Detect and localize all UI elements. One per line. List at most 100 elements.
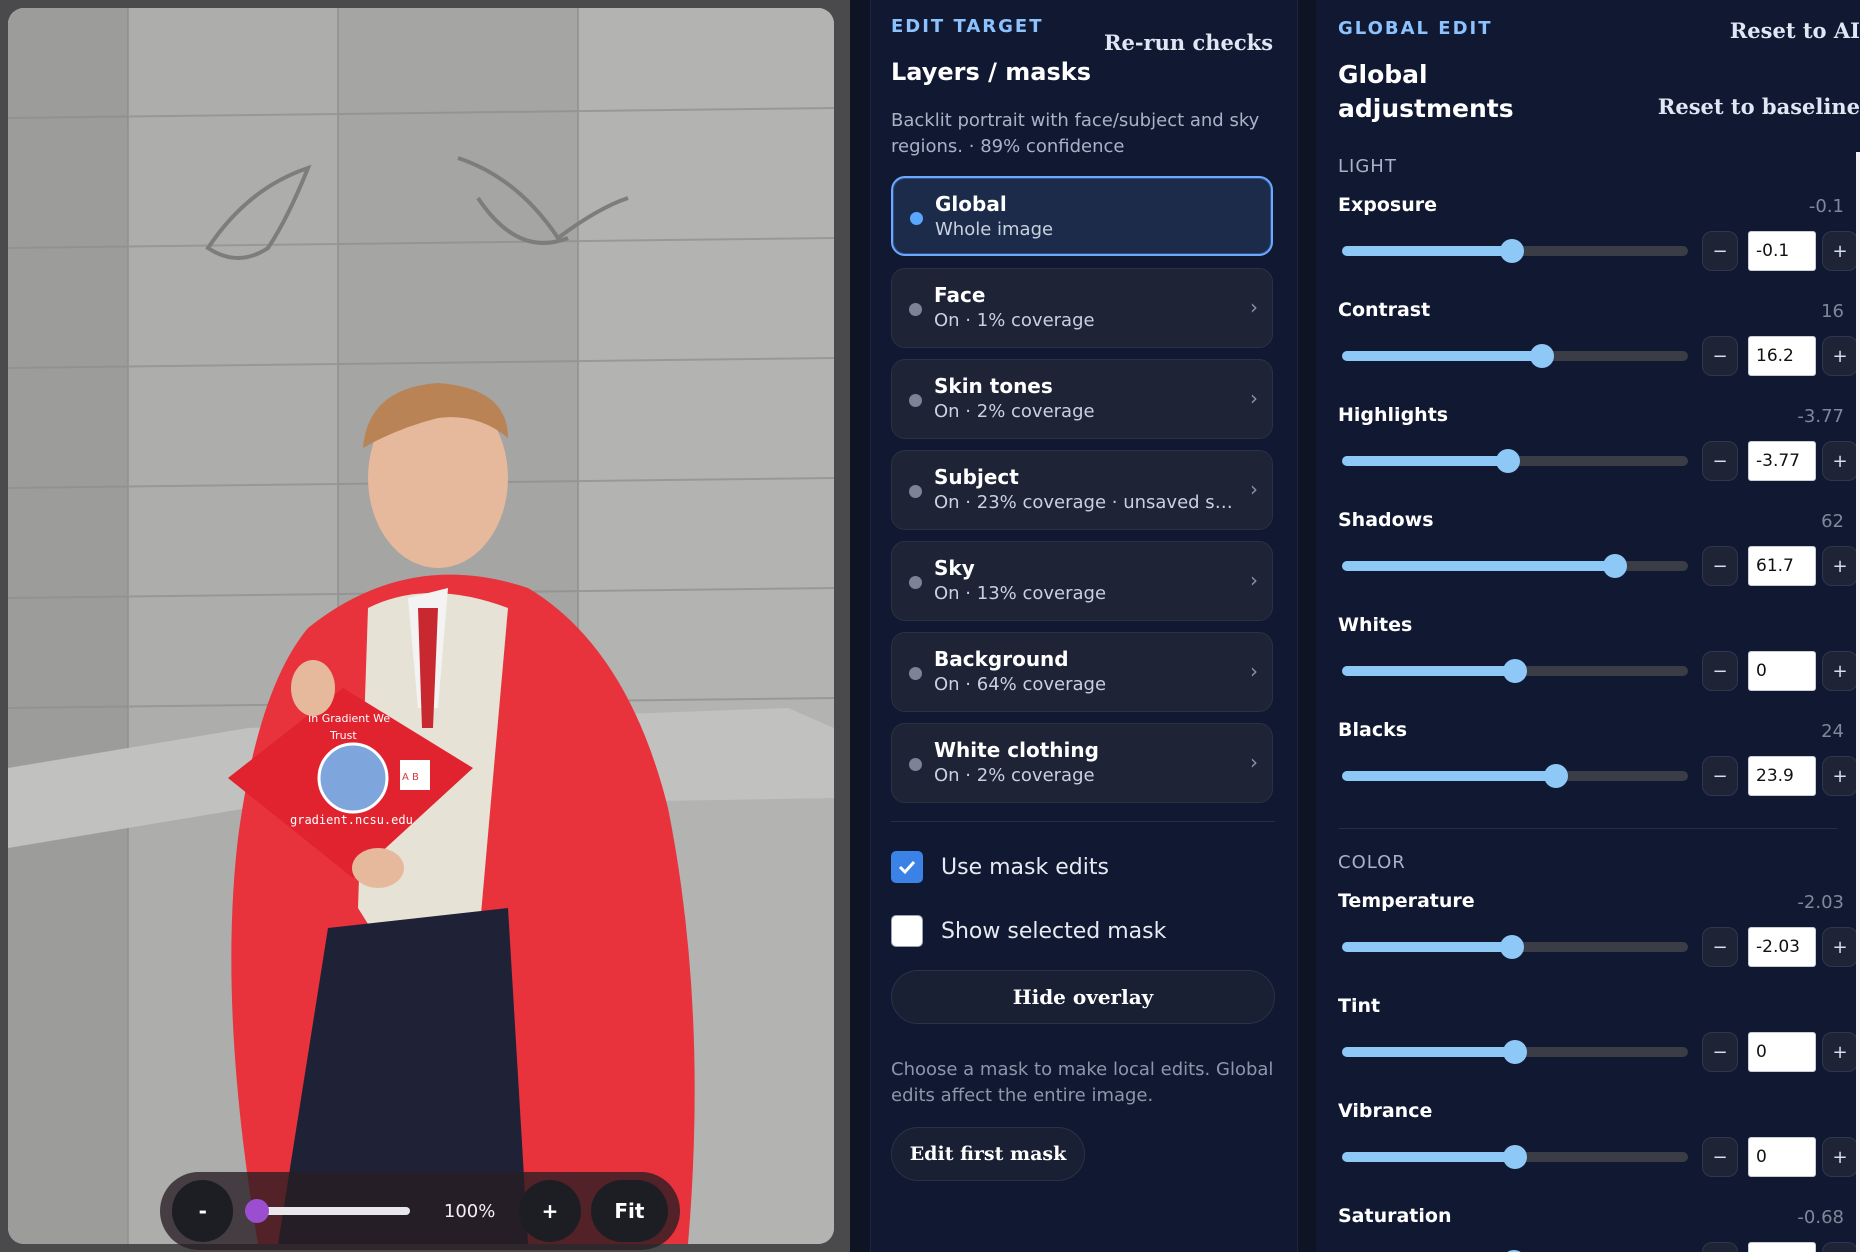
blacks-input[interactable]: 23.9 bbox=[1748, 756, 1816, 796]
edit-target-label: EDIT TARGET bbox=[891, 16, 1044, 37]
divider bbox=[1338, 828, 1838, 829]
temperature-slider[interactable] bbox=[1342, 935, 1688, 959]
shadows-value: 62 bbox=[1821, 511, 1844, 532]
check-icon bbox=[898, 860, 916, 875]
slider-handle[interactable] bbox=[1503, 659, 1527, 683]
exposure-input[interactable]: -0.1 bbox=[1748, 231, 1816, 271]
highlights-input[interactable]: -3.77 bbox=[1748, 441, 1816, 481]
contrast-decrement-button[interactable]: − bbox=[1702, 336, 1738, 376]
mask-name: White clothing bbox=[934, 738, 1099, 762]
mask-status-dot bbox=[910, 212, 923, 225]
contrast-input[interactable]: 16.2 bbox=[1748, 336, 1816, 376]
tint-input[interactable]: 0 bbox=[1748, 1032, 1816, 1072]
shadows-decrement-button[interactable]: − bbox=[1702, 546, 1738, 586]
mask-item-background[interactable]: Background On · 64% coverage › bbox=[891, 632, 1273, 712]
slider-handle[interactable] bbox=[1543, 764, 1568, 788]
shadows-input[interactable]: 61.7 bbox=[1748, 546, 1816, 586]
saturation-increment-button[interactable]: + bbox=[1822, 1242, 1858, 1252]
temperature-increment-button[interactable]: + bbox=[1822, 927, 1858, 967]
highlights-slider[interactable] bbox=[1342, 449, 1688, 473]
reset-to-ai-button[interactable]: Reset to AI bbox=[1730, 18, 1860, 43]
mask-details: On · 23% coverage · unsaved sh… bbox=[934, 492, 1234, 513]
highlights-decrement-button[interactable]: − bbox=[1702, 441, 1738, 481]
hide-overlay-button[interactable]: Hide overlay bbox=[891, 970, 1275, 1024]
show-selected-mask-row[interactable]: Show selected mask bbox=[891, 914, 1166, 948]
zoom-in-button[interactable]: + bbox=[519, 1180, 581, 1242]
panel-scrollbar[interactable] bbox=[1856, 152, 1860, 1252]
slider-handle[interactable] bbox=[1496, 449, 1521, 473]
saturation-label: Saturation bbox=[1338, 1205, 1452, 1227]
zoom-slider[interactable] bbox=[245, 1199, 410, 1223]
mask-hint-text: Choose a mask to make local edits. Globa… bbox=[891, 1059, 1274, 1106]
rerun-checks-button[interactable]: Re-run checks bbox=[1104, 30, 1273, 55]
blacks-label: Blacks bbox=[1338, 719, 1408, 741]
tint-decrement-button[interactable]: − bbox=[1702, 1032, 1738, 1072]
shadows-increment-button[interactable]: + bbox=[1822, 546, 1858, 586]
exposure-decrement-button[interactable]: − bbox=[1702, 231, 1738, 271]
tint-label: Tint bbox=[1338, 995, 1381, 1017]
contrast-value: 16 bbox=[1821, 301, 1844, 322]
zoom-percentage: 100% bbox=[443, 1200, 496, 1222]
blacks-increment-button[interactable]: + bbox=[1822, 756, 1858, 796]
whites-slider[interactable] bbox=[1342, 659, 1688, 683]
zoom-slider-handle[interactable] bbox=[245, 1199, 270, 1223]
slider-handle[interactable] bbox=[1529, 344, 1554, 368]
contrast-increment-button[interactable]: + bbox=[1822, 336, 1858, 376]
tint-increment-button[interactable]: + bbox=[1822, 1032, 1858, 1072]
edit-first-mask-button[interactable]: Edit first mask bbox=[891, 1127, 1085, 1181]
contrast-slider[interactable] bbox=[1342, 344, 1688, 368]
slider-fill bbox=[1342, 771, 1556, 781]
slider-handle[interactable] bbox=[1503, 1145, 1527, 1169]
mask-item-sky[interactable]: Sky On · 13% coverage › bbox=[891, 541, 1273, 621]
zoom-out-button[interactable]: - bbox=[172, 1180, 234, 1242]
exposure-increment-button[interactable]: + bbox=[1822, 231, 1858, 271]
chevron-right-icon: › bbox=[1250, 386, 1258, 410]
blacks-value: 24 bbox=[1821, 721, 1844, 742]
color-group-label: COLOR bbox=[1338, 852, 1406, 873]
scene-description: Backlit portrait with face/subject and s… bbox=[891, 110, 1260, 157]
slider-handle[interactable] bbox=[1499, 935, 1524, 959]
whites-increment-button[interactable]: + bbox=[1822, 651, 1858, 691]
shadows-slider[interactable] bbox=[1342, 554, 1688, 578]
whites-decrement-button[interactable]: − bbox=[1702, 651, 1738, 691]
slider-handle[interactable] bbox=[1503, 1040, 1527, 1064]
slider-handle[interactable] bbox=[1499, 239, 1524, 263]
chevron-right-icon: › bbox=[1250, 568, 1258, 592]
vibrance-input[interactable]: 0 bbox=[1748, 1137, 1816, 1177]
contrast-label: Contrast bbox=[1338, 299, 1431, 321]
mask-status-dot bbox=[909, 576, 922, 589]
vibrance-slider[interactable] bbox=[1342, 1145, 1688, 1169]
vibrance-increment-button[interactable]: + bbox=[1822, 1137, 1858, 1177]
image-canvas-area: In Gradient We Trust A B gradient.ncsu.e… bbox=[0, 0, 850, 1252]
slider-fill bbox=[1342, 666, 1515, 676]
highlights-increment-button[interactable]: + bbox=[1822, 441, 1858, 481]
mask-item-white-clothing[interactable]: White clothing On · 2% coverage › bbox=[891, 723, 1273, 803]
mask-details: On · 2% coverage bbox=[934, 401, 1095, 422]
temperature-input[interactable]: -2.03 bbox=[1748, 927, 1816, 967]
use-mask-edits-row[interactable]: Use mask edits bbox=[891, 850, 1109, 884]
mask-item-global[interactable]: Global Whole image bbox=[891, 176, 1273, 256]
slider-handle[interactable] bbox=[1603, 554, 1628, 578]
tint-slider[interactable] bbox=[1342, 1040, 1688, 1064]
mask-item-subject[interactable]: Subject On · 23% coverage · unsaved sh… › bbox=[891, 450, 1273, 530]
slider-fill bbox=[1342, 456, 1509, 466]
temperature-decrement-button[interactable]: − bbox=[1702, 927, 1738, 967]
mask-name: Face bbox=[934, 283, 986, 307]
reset-to-baseline-button[interactable]: Reset to baseline bbox=[1658, 94, 1860, 119]
layers-panel: EDIT TARGET Re-run checks Layers / masks… bbox=[870, 0, 1298, 1252]
mask-item-face[interactable]: Face On · 1% coverage › bbox=[891, 268, 1273, 348]
zoom-toolbar: - 100% + Fit bbox=[160, 1172, 680, 1250]
slider-fill bbox=[1342, 1047, 1515, 1057]
use-mask-edits-checkbox[interactable] bbox=[891, 851, 923, 883]
vibrance-decrement-button[interactable]: − bbox=[1702, 1137, 1738, 1177]
saturation-input[interactable] bbox=[1748, 1242, 1816, 1252]
whites-input[interactable]: 0 bbox=[1748, 651, 1816, 691]
blacks-slider[interactable] bbox=[1342, 764, 1688, 788]
mask-item-skin-tones[interactable]: Skin tones On · 2% coverage › bbox=[891, 359, 1273, 439]
blacks-decrement-button[interactable]: − bbox=[1702, 756, 1738, 796]
fit-button[interactable]: Fit bbox=[590, 1180, 668, 1242]
show-selected-mask-checkbox[interactable] bbox=[891, 915, 923, 947]
photo-preview[interactable]: In Gradient We Trust A B gradient.ncsu.e… bbox=[8, 8, 834, 1244]
exposure-slider[interactable] bbox=[1342, 239, 1688, 263]
saturation-decrement-button[interactable]: − bbox=[1702, 1242, 1738, 1252]
